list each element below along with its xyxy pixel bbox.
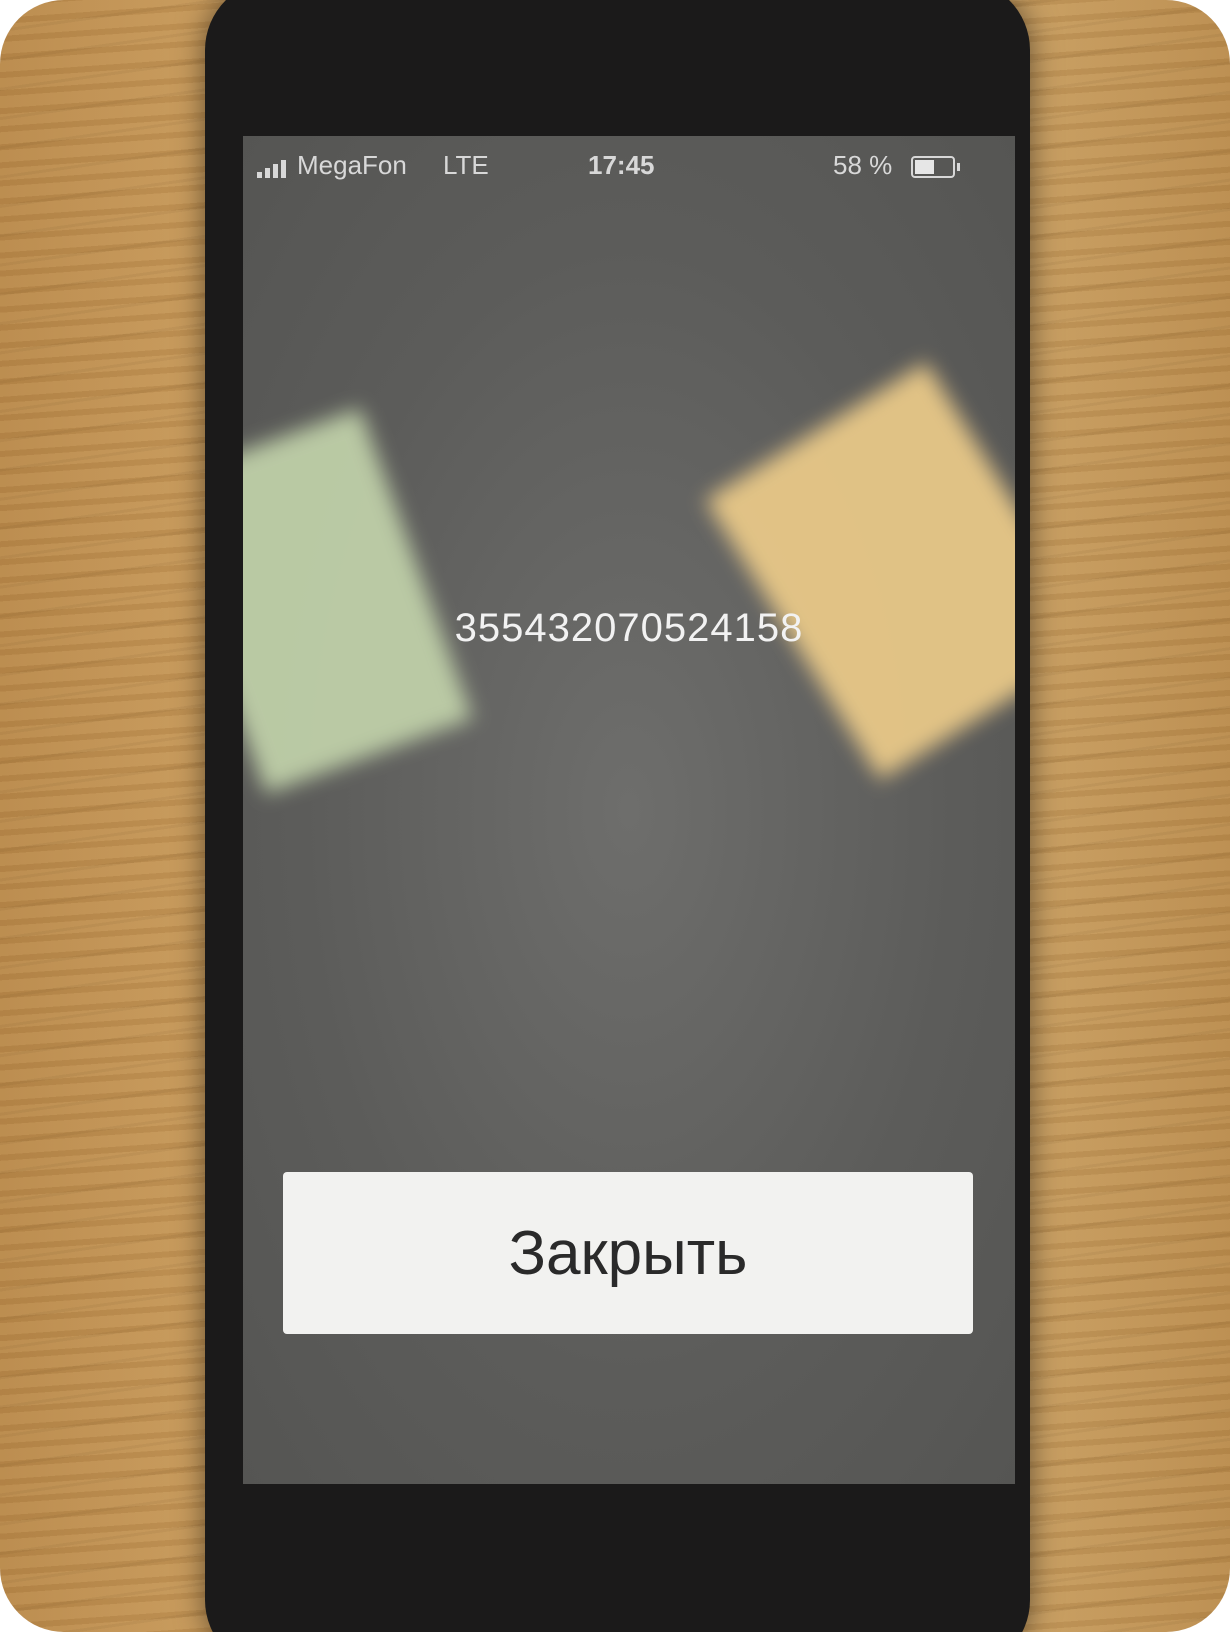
photo-frame: MegaFon LTE 17:45 58 % 355432070524158 З… [0, 0, 1230, 1632]
imei-number: 355432070524158 [454, 606, 804, 650]
battery-nub [957, 163, 960, 171]
battery-percent: 58 % [833, 150, 893, 180]
close-button[interactable]: Закрыть [283, 1172, 973, 1334]
carrier-name: MegaFon [297, 150, 407, 180]
status-bar: MegaFon LTE 17:45 58 % [243, 136, 1015, 196]
battery-fill [915, 160, 934, 174]
background-orange-shape [705, 362, 1015, 780]
battery-icon [911, 156, 960, 178]
close-button-label: Закрыть [508, 1218, 748, 1288]
status-time: 17:45 [588, 150, 655, 180]
phone-screen: MegaFon LTE 17:45 58 % 355432070524158 З… [243, 136, 1015, 1484]
background-green-shape [243, 408, 473, 794]
signal-strength-icon [257, 160, 286, 178]
network-type: LTE [443, 150, 489, 180]
